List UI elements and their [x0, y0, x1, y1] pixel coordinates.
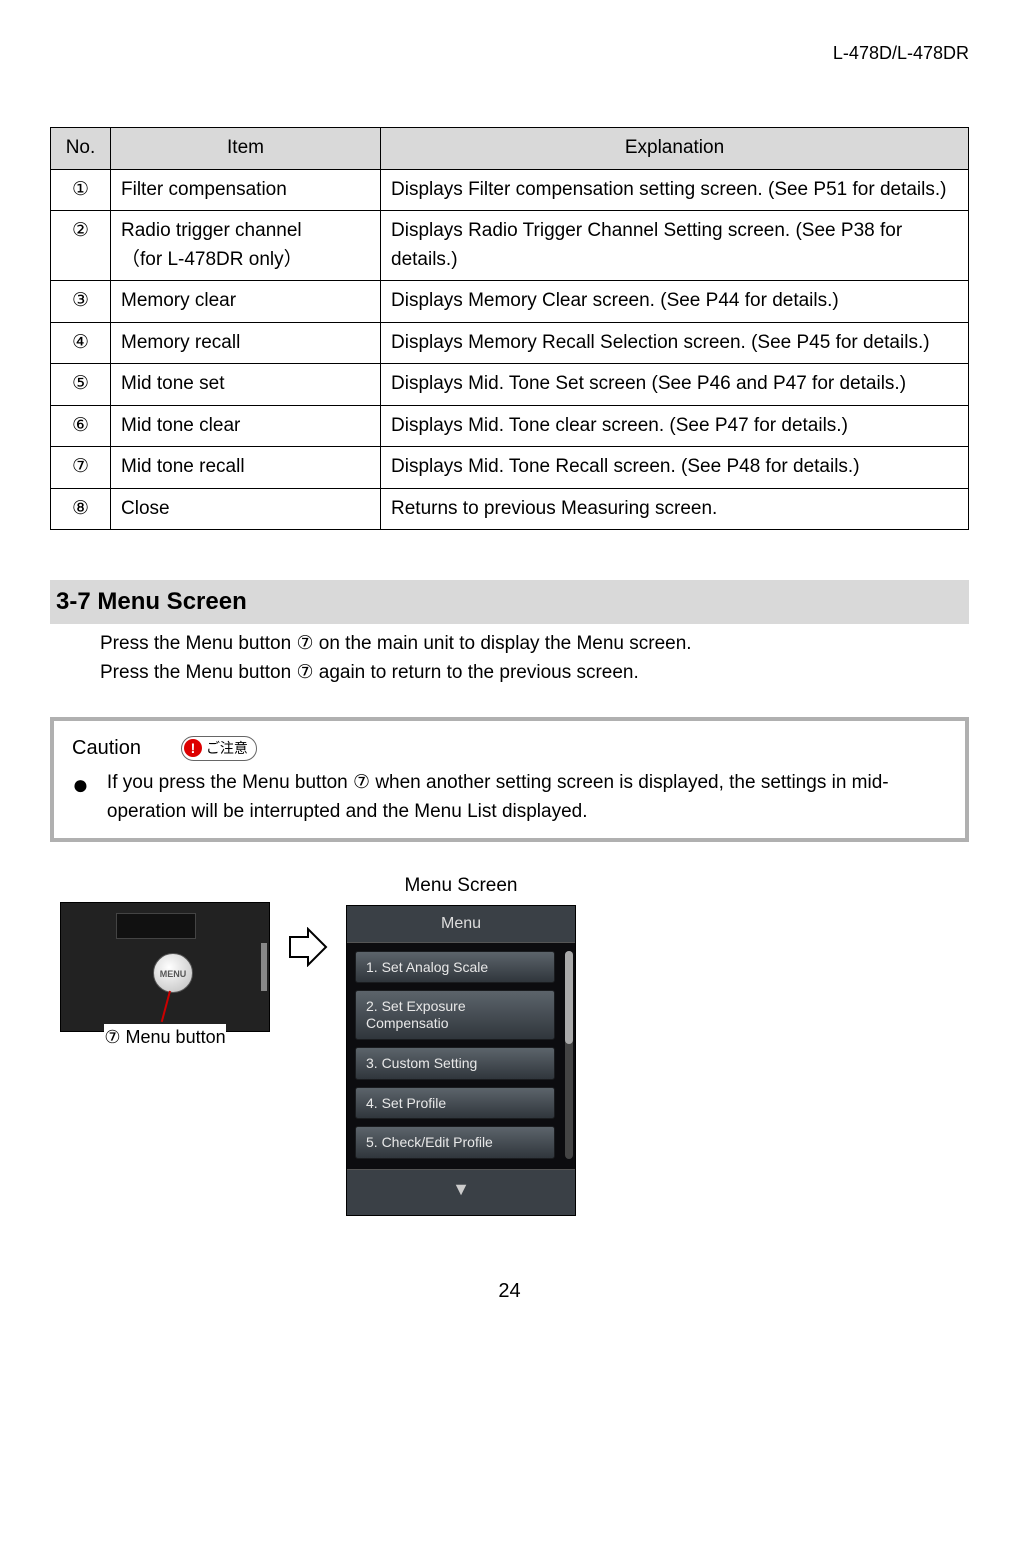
table-row: ③Memory clearDisplays Memory Clear scree…	[51, 281, 969, 323]
cell-no: ①	[51, 169, 111, 211]
col-header-no: No.	[51, 128, 111, 170]
pointer-line	[161, 991, 171, 1022]
caution-box: Caution ! ご注意 ● If you press the Menu bu…	[50, 717, 969, 842]
cell-explanation: Returns to previous Measuring screen.	[381, 488, 969, 530]
caution-badge: ! ご注意	[181, 736, 257, 761]
menu-screen-title: Menu	[347, 906, 575, 942]
cell-explanation: Displays Mid. Tone Recall screen. (See P…	[381, 447, 969, 489]
cell-item: Filter compensation	[111, 169, 381, 211]
cell-explanation: Displays Mid. Tone Set screen (See P46 a…	[381, 364, 969, 406]
cell-no: ③	[51, 281, 111, 323]
menu-item[interactable]: 4. Set Profile	[355, 1087, 555, 1120]
scrollbar[interactable]	[565, 951, 573, 1160]
cell-explanation: Displays Mid. Tone clear screen. (See P4…	[381, 405, 969, 447]
caution-text: If you press the Menu button ⑦ when anot…	[107, 769, 947, 826]
cell-no: ②	[51, 211, 111, 281]
page-number: 24	[50, 1276, 969, 1306]
section-line: Press the Menu button ⑦ on the main unit…	[100, 630, 969, 659]
spec-table: No. Item Explanation ①Filter compensatio…	[50, 127, 969, 530]
menu-button-icon: MENU	[153, 953, 193, 993]
table-row: ⑦Mid tone recallDisplays Mid. Tone Recal…	[51, 447, 969, 489]
table-row: ⑧CloseReturns to previous Measuring scre…	[51, 488, 969, 530]
section-line: Press the Menu button ⑦ again to return …	[100, 659, 969, 688]
col-header-item: Item	[111, 128, 381, 170]
diagram-area: MENU ⑦ Menu button Menu Screen Menu 1. S…	[60, 872, 969, 1216]
cell-explanation: Displays Memory Recall Selection screen.…	[381, 322, 969, 364]
cell-explanation: Displays Memory Clear screen. (See P44 f…	[381, 281, 969, 323]
cell-no: ⑦	[51, 447, 111, 489]
cell-no: ⑧	[51, 488, 111, 530]
cell-explanation: Displays Radio Trigger Channel Setting s…	[381, 211, 969, 281]
bullet-icon: ●	[72, 771, 89, 799]
caution-badge-text: ご注意	[206, 738, 248, 759]
cell-item: Mid tone clear	[111, 405, 381, 447]
cell-item: Radio trigger channel （for L-478DR only）	[111, 211, 381, 281]
cell-item: Memory recall	[111, 322, 381, 364]
cell-explanation: Displays Filter compensation setting scr…	[381, 169, 969, 211]
device-thumbnail: MENU	[60, 902, 270, 1032]
arrow-right-icon	[288, 927, 328, 967]
cell-no: ⑥	[51, 405, 111, 447]
col-header-explanation: Explanation	[381, 128, 969, 170]
cell-no: ④	[51, 322, 111, 364]
device-caption: ⑦ Menu button	[104, 1024, 225, 1051]
cell-item: Close	[111, 488, 381, 530]
menu-item[interactable]: 2. Set Exposure Compensatio	[355, 990, 555, 1040]
cell-no: ⑤	[51, 364, 111, 406]
menu-item[interactable]: 3. Custom Setting	[355, 1047, 555, 1080]
section-title: 3-7 Menu Screen	[50, 580, 969, 624]
table-row: ①Filter compensationDisplays Filter comp…	[51, 169, 969, 211]
exclamation-icon: !	[184, 739, 202, 757]
menu-screen-label: Menu Screen	[404, 872, 517, 901]
caution-label: Caution	[72, 733, 141, 763]
menu-screen: Menu 1. Set Analog Scale 2. Set Exposure …	[346, 905, 576, 1217]
table-row: ⑥Mid tone clearDisplays Mid. Tone clear …	[51, 405, 969, 447]
cell-item: Memory clear	[111, 281, 381, 323]
table-row: ②Radio trigger channel （for L-478DR only…	[51, 211, 969, 281]
cell-item: Mid tone recall	[111, 447, 381, 489]
table-row: ⑤Mid tone setDisplays Mid. Tone Set scre…	[51, 364, 969, 406]
menu-item[interactable]: 5. Check/Edit Profile	[355, 1126, 555, 1159]
table-row: ④Memory recallDisplays Memory Recall Sel…	[51, 322, 969, 364]
chevron-down-icon[interactable]: ▼	[347, 1176, 575, 1203]
section-body: Press the Menu button ⑦ on the main unit…	[50, 630, 969, 687]
cell-item: Mid tone set	[111, 364, 381, 406]
header-model: L-478D/L-478DR	[50, 40, 969, 67]
menu-item[interactable]: 1. Set Analog Scale	[355, 951, 555, 984]
